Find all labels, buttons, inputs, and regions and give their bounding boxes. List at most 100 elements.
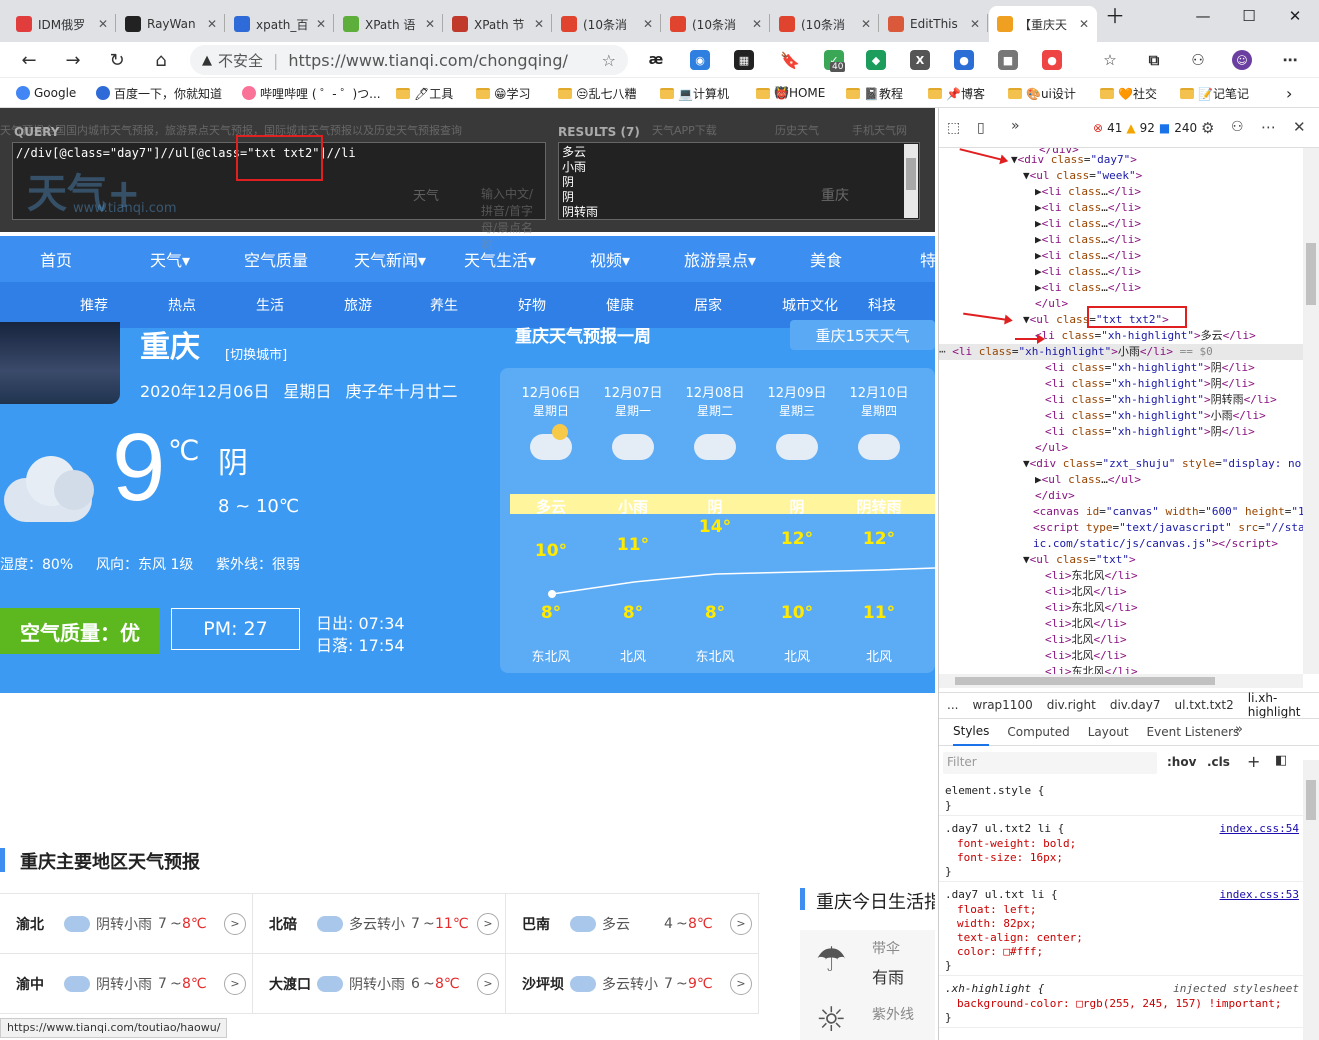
close-tab-icon[interactable]: ✕ [425, 17, 435, 31]
inspect-icon[interactable]: ⬚ [947, 120, 960, 136]
region-more-icon[interactable]: > [730, 912, 752, 935]
close-window-button[interactable]: ✕ [1272, 0, 1318, 32]
new-tab-button[interactable]: ＋ [1098, 0, 1132, 30]
subnav-item[interactable]: 热点 [168, 295, 196, 315]
menu-icon[interactable]: ⋯ [1280, 50, 1300, 70]
subnav-item[interactable]: 养生 [430, 295, 458, 315]
toggle-sidebar-icon[interactable]: ◧ [1275, 753, 1287, 768]
styles-tab[interactable]: Event Listeners [1147, 725, 1240, 739]
bookmark-item[interactable]: Google [16, 83, 76, 103]
browser-tab[interactable]: (10条消 ✕ [553, 6, 661, 42]
15day-link[interactable]: 重庆15天天气 [790, 320, 935, 350]
region-cell[interactable]: 沙坪坝 多云转小 7 ~9℃ > [506, 954, 759, 1014]
close-tab-icon[interactable]: ✕ [316, 17, 326, 31]
browser-tab[interactable]: EditThis ✕ [880, 6, 988, 42]
region-cell[interactable]: 渝北 阴转小雨 7 ~8℃ > [0, 894, 253, 954]
nav-item[interactable]: 天气新闻▾ [354, 247, 426, 271]
browser-tab[interactable]: IDM俄罗 ✕ [8, 6, 116, 42]
nav-item[interactable]: 首页 [40, 247, 72, 271]
nav-item[interactable]: 视频▾ [590, 247, 630, 271]
browser-tab[interactable]: (10条消 ✕ [771, 6, 879, 42]
aqi-badge[interactable]: 空气质量：优 [0, 608, 160, 654]
subnav-item[interactable]: 居家 [694, 295, 722, 315]
breadcrumb-item[interactable]: ... [947, 698, 958, 712]
nav-item[interactable]: 旅游景点▾ [684, 247, 756, 271]
bookmark-item[interactable]: 🎨ui设计 [1008, 83, 1076, 103]
bookmark-item[interactable]: 🧡社交 [1100, 83, 1157, 103]
bookmark-item[interactable]: 📝记笔记 [1180, 83, 1249, 103]
css-property[interactable]: float: left; [957, 903, 1036, 916]
css-source[interactable]: index.css:53 [1220, 888, 1299, 901]
css-rule[interactable]: .xh-highlight {injected stylesheet backgr… [939, 982, 1303, 1028]
cls-toggle[interactable]: .cls [1207, 755, 1230, 769]
subnav-item[interactable]: 科技 [868, 295, 896, 315]
hov-toggle[interactable]: :hov [1167, 755, 1196, 769]
dom-tree[interactable]: </div> ▼<div class="day7"> ▼<ul class="w… [939, 148, 1303, 674]
close-devtools-icon[interactable]: ✕ [1293, 118, 1306, 136]
bookmark-item[interactable]: 😒乱七八糟 [558, 83, 637, 103]
region-more-icon[interactable]: > [477, 972, 499, 995]
close-tab-icon[interactable]: ✕ [861, 17, 871, 31]
css-property[interactable]: text-align: center; [957, 931, 1083, 944]
dom-hscrollbar[interactable] [939, 674, 1303, 688]
translate-extension-icon[interactable]: ◉ [690, 50, 710, 70]
feedback-icon[interactable]: ⚇ [1231, 119, 1244, 135]
xpath-extension-icon[interactable]: X [910, 50, 930, 70]
subnav-item[interactable]: 推荐 [80, 295, 108, 315]
subnav-item[interactable]: 生活 [256, 295, 284, 315]
css-source[interactable]: injected stylesheet [1173, 982, 1299, 995]
styles-filter-input[interactable]: Filter [943, 752, 1157, 774]
styles-tab[interactable]: Computed [1007, 725, 1069, 739]
breadcrumb-item[interactable]: div.day7 [1110, 698, 1161, 712]
breadcrumb-item[interactable]: ul.txt.txt2 [1175, 698, 1234, 712]
bookmark-item[interactable]: 百度一下，你就知道 [96, 83, 222, 103]
styles-tab[interactable]: Styles [953, 718, 990, 746]
css-source[interactable]: index.css:54 [1220, 822, 1299, 835]
browser-tab[interactable]: XPath 语 ✕ [335, 6, 443, 42]
circle-extension-icon[interactable]: ● [1042, 50, 1062, 70]
css-rule[interactable]: element.style {} [939, 784, 1303, 816]
nav-item[interactable]: 空气质量 [244, 247, 308, 271]
profile-sync-icon[interactable]: ⚇ [1188, 50, 1208, 70]
breadcrumb-item[interactable]: wrap1100 [972, 698, 1032, 712]
subnav-item[interactable]: 好物 [518, 295, 546, 315]
back-icon[interactable]: ← [14, 45, 44, 75]
mobile-weather-link[interactable]: 手机天气网 [852, 122, 907, 138]
css-rule[interactable]: .day7 ul.txt2 li {index.css:54 font-weigh… [939, 822, 1303, 882]
close-tab-icon[interactable]: ✕ [643, 17, 653, 31]
devtools-menu-icon[interactable]: ⋯ [1261, 118, 1276, 136]
region-cell[interactable]: 渝中 阴转小雨 7 ~8℃ > [0, 954, 253, 1014]
region-more-icon[interactable]: > [224, 972, 246, 995]
home-icon[interactable]: ⌂ [146, 45, 176, 75]
url-text[interactable]: https://www.tianqi.com/chongqing/ [288, 51, 567, 70]
collections-icon[interactable]: ⧉ [1144, 50, 1164, 70]
subnav-item[interactable]: 旅游 [344, 295, 372, 315]
favorites-icon[interactable]: ☆ [1100, 50, 1120, 70]
close-tab-icon[interactable]: ✕ [752, 17, 762, 31]
region-more-icon[interactable]: > [224, 912, 246, 935]
search-button[interactable]: 重庆 [821, 185, 849, 205]
tampermonkey-icon[interactable]: ● [954, 50, 974, 70]
bookmark-item[interactable]: 👹HOME [756, 83, 825, 103]
app-download-link[interactable]: 天气APP下载 [652, 122, 717, 138]
history-weather-link[interactable]: 历史天气 [775, 122, 819, 138]
pm-badge[interactable]: PM: 27 [171, 608, 300, 650]
region-cell[interactable]: 北碚 多云转小 7 ~11℃ > [253, 894, 506, 954]
bookmark-item[interactable]: 哔哩哔哩 ( ゜- ゜)つ... [242, 83, 381, 103]
game-extension-icon[interactable]: ▦ [734, 50, 754, 70]
nav-item[interactable]: 天气▾ [150, 247, 190, 271]
avatar[interactable]: ☺ [1232, 50, 1252, 70]
close-tab-icon[interactable]: ✕ [98, 17, 108, 31]
ae-extension-icon[interactable]: æ [646, 50, 666, 70]
results-box[interactable]: 多云 小雨阴阴阴转雨 重庆 [558, 142, 920, 220]
breadcrumb-item[interactable]: li.xh-highlight [1248, 691, 1319, 719]
more-panes-icon[interactable]: » [1235, 722, 1243, 737]
issue-counters[interactable]: ⊗ 41 ▲ 92 ■ 240 [1093, 121, 1197, 135]
region-more-icon[interactable]: > [730, 972, 752, 995]
browser-tab[interactable]: XPath 节 ✕ [444, 6, 552, 42]
refresh-icon[interactable]: ↻ [102, 45, 132, 75]
more-bookmarks-icon[interactable]: › [1286, 83, 1292, 103]
close-tab-icon[interactable]: ✕ [534, 17, 544, 31]
vpn-extension-icon[interactable]: ◆ [866, 50, 886, 70]
styles-tab[interactable]: Layout [1088, 725, 1129, 739]
